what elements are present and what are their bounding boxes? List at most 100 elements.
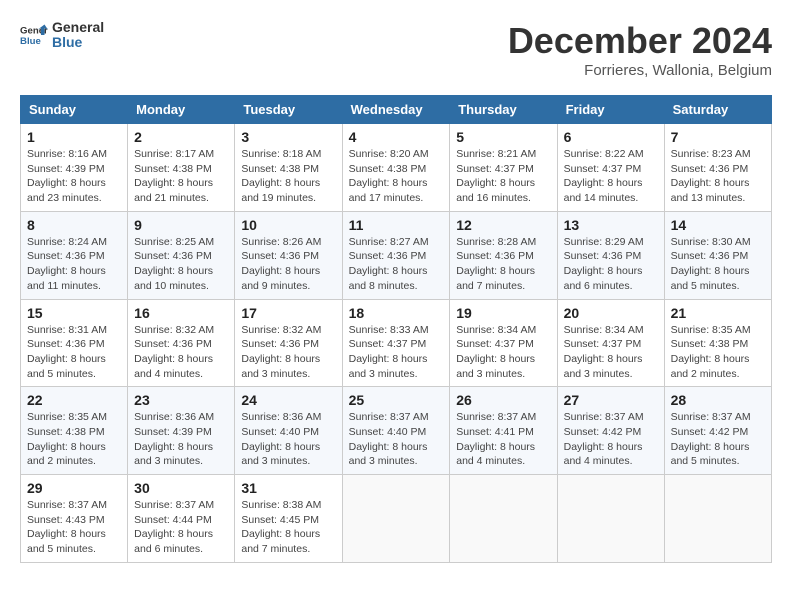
day-number: 3 xyxy=(241,129,335,145)
day-number: 1 xyxy=(27,129,121,145)
calendar-week-row: 1 Sunrise: 8:16 AMSunset: 4:39 PMDaylight… xyxy=(21,124,772,212)
day-number: 27 xyxy=(564,392,658,408)
day-info: Sunrise: 8:37 AMSunset: 4:43 PMDaylight:… xyxy=(27,498,121,557)
col-header-tuesday: Tuesday xyxy=(235,96,342,124)
day-info: Sunrise: 8:17 AMSunset: 4:38 PMDaylight:… xyxy=(134,147,228,206)
calendar-cell: 13 Sunrise: 8:29 AMSunset: 4:36 PMDayligh… xyxy=(557,211,664,299)
calendar-cell xyxy=(557,475,664,563)
day-info: Sunrise: 8:37 AMSunset: 4:41 PMDaylight:… xyxy=(456,410,550,469)
day-number: 28 xyxy=(671,392,765,408)
day-number: 7 xyxy=(671,129,765,145)
calendar-cell: 9 Sunrise: 8:25 AMSunset: 4:36 PMDaylight… xyxy=(128,211,235,299)
logo: General Blue General Blue xyxy=(20,20,104,51)
day-info: Sunrise: 8:27 AMSunset: 4:36 PMDaylight:… xyxy=(349,235,444,294)
day-number: 25 xyxy=(349,392,444,408)
calendar-cell xyxy=(664,475,771,563)
calendar-cell: 4 Sunrise: 8:20 AMSunset: 4:38 PMDaylight… xyxy=(342,124,450,212)
logo-blue-text: Blue xyxy=(52,35,104,50)
day-info: Sunrise: 8:37 AMSunset: 4:42 PMDaylight:… xyxy=(564,410,658,469)
calendar-week-row: 8Sunrise: 8:24 AMSunset: 4:36 PMDaylight… xyxy=(21,211,772,299)
day-info: Sunrise: 8:31 AMSunset: 4:36 PMDaylight:… xyxy=(27,323,121,382)
day-number: 17 xyxy=(241,305,335,321)
calendar-cell: 6Sunrise: 8:22 AMSunset: 4:37 PMDaylight… xyxy=(557,124,664,212)
day-number: 6 xyxy=(564,129,658,145)
calendar-cell: 25Sunrise: 8:37 AMSunset: 4:40 PMDayligh… xyxy=(342,387,450,475)
day-info: Sunrise: 8:32 AMSunset: 4:36 PMDaylight:… xyxy=(241,323,335,382)
day-number: 31 xyxy=(241,480,335,496)
calendar-cell: 26 Sunrise: 8:37 AMSunset: 4:41 PMDayligh… xyxy=(450,387,557,475)
page-header: General Blue General Blue December 2024 … xyxy=(20,20,772,79)
calendar-cell: 10 Sunrise: 8:26 AMSunset: 4:36 PMDayligh… xyxy=(235,211,342,299)
day-number: 2 xyxy=(134,129,228,145)
day-number: 26 xyxy=(456,392,550,408)
calendar-week-row: 29 Sunrise: 8:37 AMSunset: 4:43 PMDayligh… xyxy=(21,475,772,563)
title-block: December 2024 Forrieres, Wallonia, Belgi… xyxy=(508,20,772,79)
calendar-cell: 16 Sunrise: 8:32 AMSunset: 4:36 PMDayligh… xyxy=(128,299,235,387)
day-info: Sunrise: 8:30 AMSunset: 4:36 PMDaylight:… xyxy=(671,235,765,294)
day-number: 18 xyxy=(349,305,444,321)
calendar-cell: 7Sunrise: 8:23 AMSunset: 4:36 PMDaylight… xyxy=(664,124,771,212)
col-header-friday: Friday xyxy=(557,96,664,124)
day-number: 5 xyxy=(456,129,550,145)
calendar-table: SundayMondayTuesdayWednesdayThursdayFrid… xyxy=(20,95,772,563)
calendar-cell: 11Sunrise: 8:27 AMSunset: 4:36 PMDayligh… xyxy=(342,211,450,299)
calendar-week-row: 22 Sunrise: 8:35 AMSunset: 4:38 PMDayligh… xyxy=(21,387,772,475)
logo-icon: General Blue xyxy=(20,21,48,49)
logo-general-text: General xyxy=(52,20,104,35)
calendar-cell: 8Sunrise: 8:24 AMSunset: 4:36 PMDaylight… xyxy=(21,211,128,299)
svg-text:Blue: Blue xyxy=(20,36,41,47)
day-info: Sunrise: 8:26 AMSunset: 4:36 PMDaylight:… xyxy=(241,235,335,294)
col-header-thursday: Thursday xyxy=(450,96,557,124)
day-number: 22 xyxy=(27,392,121,408)
day-number: 24 xyxy=(241,392,335,408)
calendar-cell: 1 Sunrise: 8:16 AMSunset: 4:39 PMDaylight… xyxy=(21,124,128,212)
month-year: December 2024 xyxy=(508,20,772,62)
calendar-cell: 23 Sunrise: 8:36 AMSunset: 4:39 PMDayligh… xyxy=(128,387,235,475)
calendar-cell: 3Sunrise: 8:18 AMSunset: 4:38 PMDaylight… xyxy=(235,124,342,212)
day-info: Sunrise: 8:28 AMSunset: 4:36 PMDaylight:… xyxy=(456,235,550,294)
calendar-cell: 22 Sunrise: 8:35 AMSunset: 4:38 PMDayligh… xyxy=(21,387,128,475)
day-info: Sunrise: 8:34 AMSunset: 4:37 PMDaylight:… xyxy=(456,323,550,382)
col-header-saturday: Saturday xyxy=(664,96,771,124)
day-number: 21 xyxy=(671,305,765,321)
day-info: Sunrise: 8:16 AMSunset: 4:39 PMDaylight:… xyxy=(27,147,121,206)
calendar-cell: 29 Sunrise: 8:37 AMSunset: 4:43 PMDayligh… xyxy=(21,475,128,563)
day-info: Sunrise: 8:35 AMSunset: 4:38 PMDaylight:… xyxy=(27,410,121,469)
day-info: Sunrise: 8:36 AMSunset: 4:40 PMDaylight:… xyxy=(241,410,335,469)
calendar-cell: 18 Sunrise: 8:33 AMSunset: 4:37 PMDayligh… xyxy=(342,299,450,387)
calendar-cell: 21 Sunrise: 8:35 AMSunset: 4:38 PMDayligh… xyxy=(664,299,771,387)
day-info: Sunrise: 8:36 AMSunset: 4:39 PMDaylight:… xyxy=(134,410,228,469)
day-info: Sunrise: 8:32 AMSunset: 4:36 PMDaylight:… xyxy=(134,323,228,382)
day-info: Sunrise: 8:35 AMSunset: 4:38 PMDaylight:… xyxy=(671,323,765,382)
day-info: Sunrise: 8:37 AMSunset: 4:42 PMDaylight:… xyxy=(671,410,765,469)
col-header-sunday: Sunday xyxy=(21,96,128,124)
day-number: 29 xyxy=(27,480,121,496)
calendar-header-row: SundayMondayTuesdayWednesdayThursdayFrid… xyxy=(21,96,772,124)
calendar-cell: 27 Sunrise: 8:37 AMSunset: 4:42 PMDayligh… xyxy=(557,387,664,475)
day-info: Sunrise: 8:25 AMSunset: 4:36 PMDaylight:… xyxy=(134,235,228,294)
day-number: 13 xyxy=(564,217,658,233)
day-info: Sunrise: 8:29 AMSunset: 4:36 PMDaylight:… xyxy=(564,235,658,294)
day-info: Sunrise: 8:37 AMSunset: 4:44 PMDaylight:… xyxy=(134,498,228,557)
day-number: 23 xyxy=(134,392,228,408)
day-number: 9 xyxy=(134,217,228,233)
col-header-monday: Monday xyxy=(128,96,235,124)
calendar-cell: 19Sunrise: 8:34 AMSunset: 4:37 PMDayligh… xyxy=(450,299,557,387)
day-number: 10 xyxy=(241,217,335,233)
day-info: Sunrise: 8:20 AMSunset: 4:38 PMDaylight:… xyxy=(349,147,444,206)
calendar-cell: 14Sunrise: 8:30 AMSunset: 4:36 PMDayligh… xyxy=(664,211,771,299)
calendar-cell: 31 Sunrise: 8:38 AMSunset: 4:45 PMDayligh… xyxy=(235,475,342,563)
day-number: 8 xyxy=(27,217,121,233)
col-header-wednesday: Wednesday xyxy=(342,96,450,124)
day-number: 16 xyxy=(134,305,228,321)
calendar-cell: 24 Sunrise: 8:36 AMSunset: 4:40 PMDayligh… xyxy=(235,387,342,475)
day-info: Sunrise: 8:33 AMSunset: 4:37 PMDaylight:… xyxy=(349,323,444,382)
calendar-cell: 20Sunrise: 8:34 AMSunset: 4:37 PMDayligh… xyxy=(557,299,664,387)
calendar-cell xyxy=(450,475,557,563)
day-number: 30 xyxy=(134,480,228,496)
day-number: 4 xyxy=(349,129,444,145)
day-info: Sunrise: 8:38 AMSunset: 4:45 PMDaylight:… xyxy=(241,498,335,557)
location: Forrieres, Wallonia, Belgium xyxy=(508,62,772,79)
day-number: 12 xyxy=(456,217,550,233)
day-number: 15 xyxy=(27,305,121,321)
